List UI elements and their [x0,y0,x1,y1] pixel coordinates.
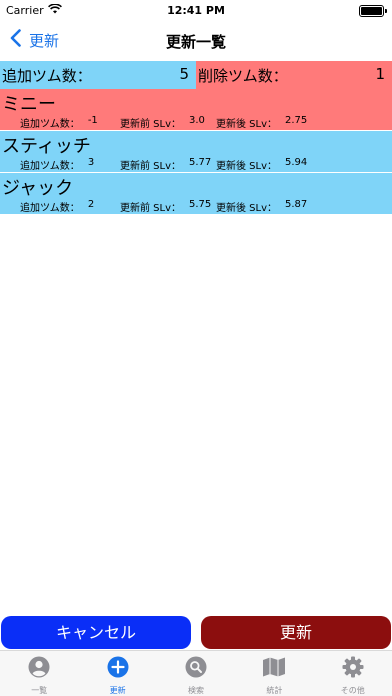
before-slv-label: 更新前 SLv： [120,161,182,172]
tab-list[interactable]: 一覧 [0,651,78,696]
action-bar: キャンセル 更新 [0,616,392,650]
after-slv-label: 更新後 SLv： [216,203,278,214]
list-item[interactable]: ジャック 追加ツム数： 2 更新前 SLv： 5.75 更新後 SLv： 5.87 [0,173,392,215]
after-slv-value: 5.87 [285,199,308,210]
added-value: 3 [87,157,95,168]
tab-label: 更新 [109,686,126,695]
search-icon [157,656,235,678]
tab-update[interactable]: 更新 [78,651,156,696]
before-slv-label: 更新前 SLv： [120,119,182,130]
before-slv-value: 5.77 [189,157,212,168]
summary-row: 追加ツム数： 5 削除ツム数： 1 [0,61,392,89]
tab-label: 検索 [187,686,204,695]
removed-count-value: 1 [375,65,385,83]
added-count-label: 追加ツム数： [2,67,92,85]
added-label: 追加ツム数： [20,161,80,172]
added-count-value: 5 [179,65,189,83]
added-value: -1 [87,115,98,126]
list-item[interactable]: スティッチ 追加ツム数： 3 更新前 SLv： 5.77 更新後 SLv： 5.94 [0,131,392,173]
tab-search[interactable]: 検索 [157,651,235,696]
item-details: 追加ツム数： -1 更新前 SLv： 3.0 更新後 SLv： 2.75 [20,115,307,130]
status-bar: Carrier 12:41 PM [0,0,392,22]
removed-count-cell: 削除ツム数： 1 [196,61,392,89]
before-slv-value: 5.75 [189,199,212,210]
before-slv-value: 3.0 [189,115,205,126]
added-label: 追加ツム数： [20,203,80,214]
tab-label: 一覧 [31,686,48,695]
screen: Carrier 12:41 PM 更新 更新一覧 追加ツム数： 5 削除ツム数：… [0,0,392,696]
before-slv-label: 更新前 SLv： [120,203,182,214]
person-icon [0,656,78,678]
tsum-name: スティッチ [2,136,91,157]
map-icon [235,656,313,678]
after-slv-label: 更新後 SLv： [216,119,278,130]
tab-other[interactable]: その他 [314,651,392,696]
added-value: 2 [87,199,95,210]
tsum-name: ジャック [2,178,74,199]
removed-count-label: 削除ツム数： [198,67,288,85]
battery-icon [359,5,387,17]
cancel-button[interactable]: キャンセル [1,616,191,649]
update-button[interactable]: 更新 [201,616,391,649]
tab-stats[interactable]: 統計 [235,651,313,696]
item-details: 追加ツム数： 3 更新前 SLv： 5.77 更新後 SLv： 5.94 [20,157,307,172]
list-item[interactable]: ミニー 追加ツム数： -1 更新前 SLv： 3.0 更新後 SLv： 2.75 [0,89,392,131]
added-label: 追加ツム数： [20,119,80,130]
clock: 12:41 PM [167,4,225,17]
page-title: 更新一覧 [165,33,226,51]
tsum-name: ミニー [2,94,56,115]
item-details: 追加ツム数： 2 更新前 SLv： 5.75 更新後 SLv： 5.87 [20,199,307,214]
after-slv-value: 5.94 [285,157,308,168]
plus-circle-icon [78,656,156,678]
after-slv-value: 2.75 [285,115,308,126]
tab-bar: 一覧 更新 検索 統計 その他 [0,650,392,696]
tab-label: 統計 [266,686,283,695]
update-list: ミニー 追加ツム数： -1 更新前 SLv： 3.0 更新後 SLv： 2.75 ステ… [0,89,392,215]
after-slv-label: 更新後 SLv： [216,161,278,172]
gear-icon [314,656,392,678]
tab-label: その他 [340,686,365,695]
added-count-cell: 追加ツム数： 5 [0,61,196,89]
navigation-bar: 更新 更新一覧 [0,22,392,60]
